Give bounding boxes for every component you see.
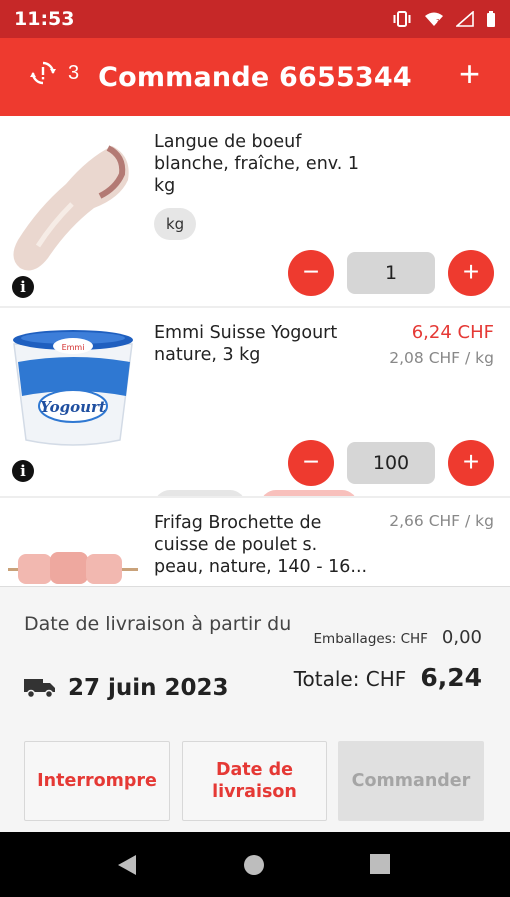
decrease-button[interactable]: −: [288, 250, 334, 296]
increase-button[interactable]: +: [448, 440, 494, 486]
plus-icon[interactable]: +: [459, 56, 480, 92]
list-item[interactable]: Langue de boeuf blanche, fraîche, env. 1…: [0, 116, 510, 306]
packaging-value: 0,00: [441, 627, 482, 648]
order-summary: Date de livraison à partir du 27 juin 20…: [0, 586, 510, 832]
unit-price: 2,66 CHF / kg: [389, 512, 494, 530]
interrupt-button[interactable]: Interrompre: [24, 741, 170, 821]
info-icon[interactable]: i: [12, 276, 34, 298]
delivery-date: 27 juin 2023: [24, 675, 229, 701]
truck-icon: [24, 679, 55, 699]
list-item[interactable]: Frifag Brochette de cuisse de poulet s. …: [0, 498, 510, 586]
price-block: 2,66 CHF / kg: [389, 512, 494, 530]
product-name: Frifag Brochette de cuisse de poulet s. …: [154, 513, 368, 577]
total-label: Totale: CHF: [293, 667, 407, 691]
home-icon[interactable]: [243, 854, 265, 876]
delivery-date-button[interactable]: Date de livraison: [182, 741, 327, 821]
status-icons: ?: [392, 11, 496, 27]
back-icon[interactable]: [116, 853, 138, 877]
packaging-label: Emballages: CHF: [313, 631, 428, 647]
yogurt-bucket-image: Yogourt Emmi: [13, 330, 133, 446]
vibrate-icon: [393, 11, 411, 27]
delivery-label: Date de livraison à partir du: [24, 613, 292, 635]
order-item-list[interactable]: Langue de boeuf blanche, fraîche, env. 1…: [0, 116, 510, 586]
info-icon[interactable]: i: [12, 460, 34, 482]
signal-icon: [456, 11, 474, 27]
price-block: 6,24 CHF 2,08 CHF / kg: [389, 322, 494, 367]
order-button[interactable]: Commander: [338, 741, 484, 821]
packaging-row: Emballages: CHF 0,00: [314, 627, 482, 648]
beef-tongue-image: [13, 145, 129, 271]
page-title: Commande 6655344: [98, 61, 412, 93]
total-row: Totale: CHF 6,24: [294, 663, 482, 692]
increase-button[interactable]: +: [448, 250, 494, 296]
chicken-skewer-image: [8, 552, 138, 584]
navigation-bar: [0, 832, 510, 897]
wifi-icon: ?: [425, 12, 443, 26]
svg-text:?: ?: [436, 18, 440, 26]
item-price: 6,24 CHF: [411, 322, 494, 343]
app-bar: 3 Commande 6655344 +: [0, 38, 510, 116]
svg-text:Emmi: Emmi: [62, 343, 85, 352]
total-value: 6,24: [420, 663, 482, 692]
battery-icon: [487, 11, 495, 27]
recents-icon[interactable]: [370, 854, 390, 874]
product-name: Langue de boeuf blanche, fraîche, env. 1…: [154, 132, 360, 196]
status-bar: 11:53 ?: [0, 0, 510, 38]
quantity-field[interactable]: 100: [347, 442, 435, 484]
svg-text:Yogourt: Yogourt: [40, 398, 106, 416]
unit-price: 2,08 CHF / kg: [389, 349, 494, 367]
delivery-date-value: 27 juin 2023: [68, 675, 229, 701]
product-name: Emmi Suisse Yogourt nature, 3 kg: [154, 323, 338, 365]
decrease-button[interactable]: −: [288, 440, 334, 486]
quantity-field[interactable]: 1: [347, 252, 435, 294]
list-item[interactable]: Yogourt Emmi Emmi Suisse Yogourt nature,…: [0, 308, 510, 522]
unit-chip: kg: [154, 208, 197, 240]
clock: 11:53: [14, 8, 75, 30]
